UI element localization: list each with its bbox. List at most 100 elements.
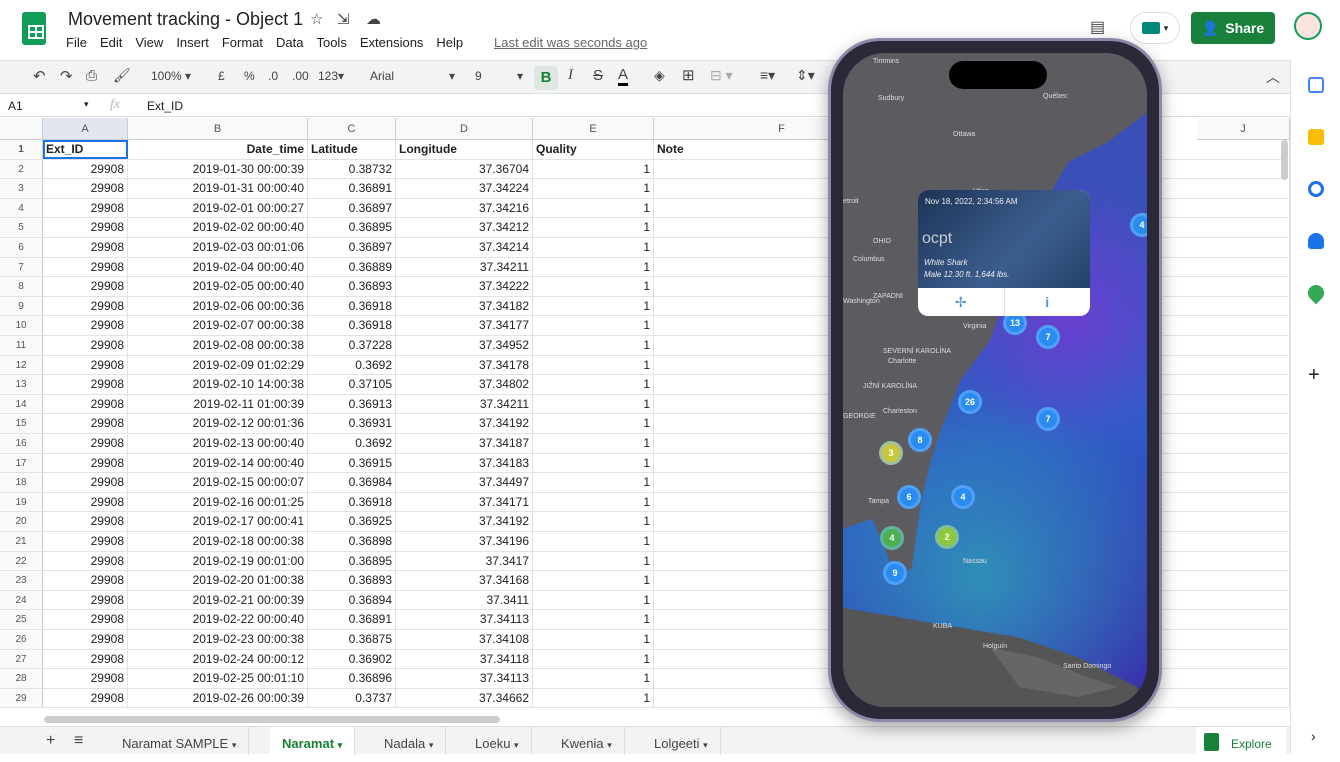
cell[interactable]: 29908 xyxy=(43,257,128,277)
cell[interactable]: 37.3417 xyxy=(396,551,533,571)
cell[interactable]: 0.36893 xyxy=(308,571,396,590)
cell[interactable]: 37.34108 xyxy=(396,630,533,649)
bold-button[interactable]: B xyxy=(534,66,558,90)
cell[interactable]: 2019-02-05 00:00:40 xyxy=(128,277,308,296)
select-all[interactable] xyxy=(0,118,43,140)
row-number[interactable]: 8 xyxy=(0,277,43,296)
cell[interactable]: 37.34113 xyxy=(396,610,533,629)
row-number[interactable]: 17 xyxy=(0,453,43,473)
cell[interactable]: 1 xyxy=(533,532,654,551)
cell[interactable] xyxy=(1197,473,1290,492)
shark-cluster-marker[interactable]: 3 xyxy=(879,441,903,465)
cell[interactable] xyxy=(1197,277,1290,296)
menu-view[interactable]: View xyxy=(135,35,163,50)
cell[interactable]: 0.36891 xyxy=(308,610,396,629)
cell[interactable]: 0.36889 xyxy=(308,257,396,277)
cell[interactable]: 0.36984 xyxy=(308,473,396,492)
currency-button[interactable]: £ xyxy=(218,69,225,83)
cell[interactable]: 2019-02-03 00:01:06 xyxy=(128,238,308,257)
cell[interactable]: 2019-02-21 00:00:39 xyxy=(128,590,308,610)
cell[interactable]: 1 xyxy=(533,610,654,629)
cell[interactable]: 1 xyxy=(533,512,654,531)
cell[interactable]: 29908 xyxy=(43,336,128,355)
merge-cells-icon[interactable]: ⊟ ▾ xyxy=(710,67,733,84)
cell[interactable]: 37.34187 xyxy=(396,434,533,453)
cell[interactable]: 1 xyxy=(533,257,654,277)
menu-format[interactable]: Format xyxy=(222,35,263,50)
document-title[interactable]: Movement tracking - Object 1 xyxy=(68,9,303,30)
cell[interactable]: 29908 xyxy=(43,512,128,531)
cell[interactable] xyxy=(1197,375,1290,394)
cell[interactable]: 0.36897 xyxy=(308,238,396,257)
column-header-C[interactable]: C xyxy=(308,118,396,140)
cell[interactable]: 0.36898 xyxy=(308,532,396,551)
cell[interactable]: 29908 xyxy=(43,316,128,335)
vertical-scrollbar[interactable] xyxy=(1281,140,1288,180)
cell[interactable]: 37.34211 xyxy=(396,394,533,414)
row-number[interactable]: 9 xyxy=(0,296,43,316)
cell[interactable]: 2019-02-20 01:00:38 xyxy=(128,571,308,590)
cell[interactable]: 0.36891 xyxy=(308,179,396,198)
cell[interactable]: 29908 xyxy=(43,238,128,257)
cell[interactable]: 0.36894 xyxy=(308,590,396,610)
cell[interactable] xyxy=(1197,669,1290,688)
cell[interactable]: Ext_ID xyxy=(43,140,128,159)
shark-cluster-marker[interactable]: 7 xyxy=(1036,407,1060,431)
cell[interactable]: 1 xyxy=(533,394,654,414)
cell[interactable]: 2019-02-26 00:00:39 xyxy=(128,688,308,708)
cell[interactable]: 37.34118 xyxy=(396,649,533,669)
cell[interactable] xyxy=(1197,296,1290,316)
cell[interactable]: 2019-02-09 01:02:29 xyxy=(128,355,308,375)
cell[interactable]: 2019-01-31 00:00:40 xyxy=(128,179,308,198)
row-number[interactable]: 3 xyxy=(0,179,43,198)
cell[interactable]: 37.34177 xyxy=(396,316,533,335)
row-number[interactable]: 26 xyxy=(0,630,43,649)
column-header-B[interactable]: B xyxy=(128,118,308,140)
cell[interactable]: 29908 xyxy=(43,649,128,669)
cell[interactable] xyxy=(1197,179,1290,198)
cell[interactable]: 1 xyxy=(533,355,654,375)
italic-button[interactable]: I xyxy=(568,67,573,84)
cell[interactable]: 37.3411 xyxy=(396,590,533,610)
cell[interactable] xyxy=(1197,394,1290,414)
cell[interactable]: 37.34182 xyxy=(396,296,533,316)
fill-color-icon[interactable]: ◈ xyxy=(654,67,665,84)
cell[interactable] xyxy=(1197,140,1290,159)
row-number[interactable]: 19 xyxy=(0,492,43,512)
cell[interactable]: 29908 xyxy=(43,492,128,512)
row-number[interactable]: 29 xyxy=(0,688,43,708)
cell[interactable]: 37.34214 xyxy=(396,238,533,257)
move-folder-icon[interactable]: ⇲ xyxy=(337,10,350,28)
cell[interactable]: 2019-02-11 01:00:39 xyxy=(128,394,308,414)
shark-cluster-marker[interactable]: 4 xyxy=(1130,213,1147,237)
cell[interactable] xyxy=(1197,688,1290,708)
meet-button[interactable]: ▾ xyxy=(1130,12,1180,44)
info-icon[interactable]: i xyxy=(1005,288,1091,316)
sheet-tab[interactable]: Naramat ▾ xyxy=(270,727,356,755)
cell[interactable]: 29908 xyxy=(43,473,128,492)
shark-cluster-marker[interactable]: 6 xyxy=(897,485,921,509)
row-number[interactable]: 15 xyxy=(0,414,43,433)
tasks-icon[interactable] xyxy=(1308,181,1324,197)
contacts-icon[interactable] xyxy=(1308,233,1324,249)
cell[interactable]: 1 xyxy=(533,492,654,512)
explore-button[interactable]: Explore xyxy=(1196,727,1286,755)
cell[interactable]: 2019-02-10 14:00:38 xyxy=(128,375,308,394)
cell[interactable]: 2019-02-22 00:00:40 xyxy=(128,610,308,629)
zoom-select[interactable]: 100% ▾ xyxy=(151,69,191,83)
chevron-down-icon[interactable]: ▾ xyxy=(338,740,343,750)
increase-decimal-button[interactable]: .00 xyxy=(292,69,309,83)
row-number[interactable]: 18 xyxy=(0,473,43,492)
cell[interactable]: 29908 xyxy=(43,414,128,433)
vertical-align-icon[interactable]: ⇕▾ xyxy=(796,67,815,84)
cell[interactable]: 29908 xyxy=(43,179,128,198)
cell[interactable]: 29908 xyxy=(43,434,128,453)
cell[interactable]: 0.36902 xyxy=(308,649,396,669)
row-number[interactable]: 1 xyxy=(0,140,43,159)
cell[interactable]: 2019-02-18 00:00:38 xyxy=(128,532,308,551)
cell[interactable]: 1 xyxy=(533,238,654,257)
cell[interactable]: 1 xyxy=(533,336,654,355)
cell[interactable] xyxy=(1197,218,1290,237)
cell[interactable]: 0.36893 xyxy=(308,277,396,296)
cell[interactable]: 37.34952 xyxy=(396,336,533,355)
